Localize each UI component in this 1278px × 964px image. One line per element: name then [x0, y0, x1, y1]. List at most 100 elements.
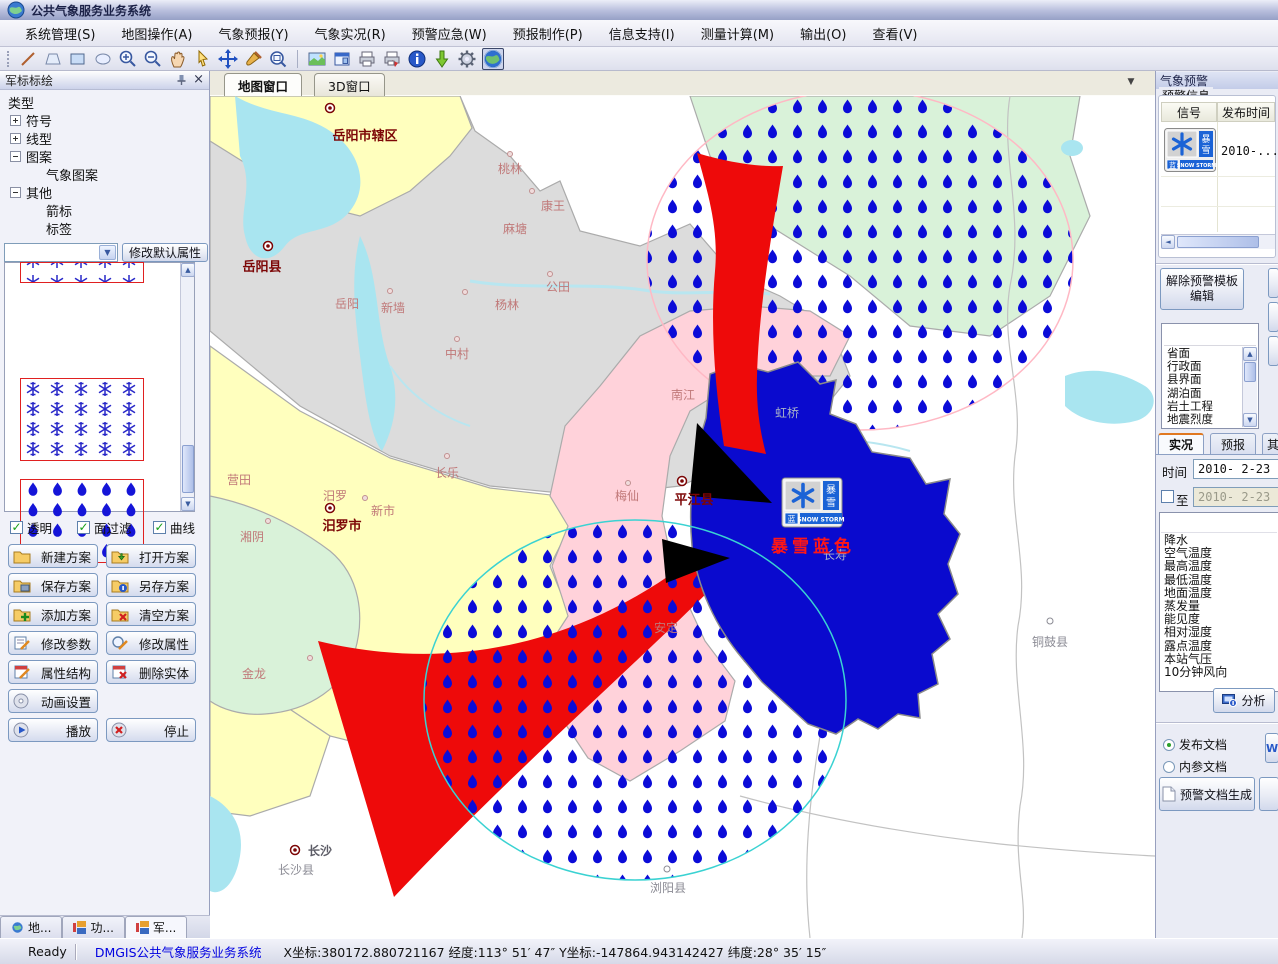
- draw-polygon-icon[interactable]: [43, 49, 63, 69]
- modify-attr-button[interactable]: 修改属性: [106, 631, 196, 655]
- animation-settings-button[interactable]: 动画设置: [8, 689, 98, 713]
- list-item[interactable]: 10分钟风向: [1161, 666, 1277, 679]
- checkbox-transparent[interactable]: ✓透明: [10, 518, 52, 537]
- new-plan-button[interactable]: 新建方案: [8, 544, 98, 568]
- tab-function-panel[interactable]: 功...: [62, 916, 124, 938]
- draw-line-icon[interactable]: [18, 49, 38, 69]
- toolbar-grip[interactable]: [7, 51, 10, 67]
- tree-item-other[interactable]: 其他: [10, 183, 52, 201]
- radio-internal-doc[interactable]: 内参文档: [1163, 758, 1227, 775]
- list-item[interactable]: 露点温度: [1161, 640, 1277, 653]
- list-item[interactable]: 县界面: [1164, 373, 1242, 386]
- scroll-down-icon[interactable]: ▼: [1243, 413, 1257, 427]
- palette-item-snowflakes[interactable]: [20, 378, 144, 461]
- snowstorm-signal-icon[interactable]: 暴 雪 蓝 SNOW STORM: [1164, 128, 1216, 172]
- globe-tool-active-frame[interactable]: [482, 48, 504, 70]
- clipped-button[interactable]: [1268, 268, 1278, 298]
- tab-military-panel[interactable]: 军...: [125, 916, 187, 938]
- print-preview-icon[interactable]: [382, 49, 402, 69]
- tab-map-window[interactable]: 地图窗口: [224, 73, 302, 96]
- tab-live-data[interactable]: 实况: [1158, 433, 1204, 454]
- stop-button[interactable]: 停止: [106, 718, 196, 742]
- zoom-in-icon[interactable]: [118, 49, 138, 69]
- scroll-down-icon[interactable]: ▼: [181, 497, 195, 511]
- checkbox-curve[interactable]: ✓曲线: [153, 518, 195, 537]
- pan-hand-icon[interactable]: [168, 49, 188, 69]
- brush-icon[interactable]: [243, 49, 263, 69]
- tab-list-dropdown-icon[interactable]: ▼: [1122, 77, 1140, 91]
- radio-selected-icon[interactable]: [1163, 739, 1175, 751]
- palette-scrollbar[interactable]: ▲ ▼: [180, 263, 194, 511]
- radio-icon[interactable]: [1163, 761, 1175, 773]
- draw-rect-icon[interactable]: [68, 49, 88, 69]
- collapse-icon[interactable]: [10, 187, 21, 198]
- delete-entity-button[interactable]: 删除实体: [106, 660, 196, 684]
- time-field[interactable]: 2010- 2-23: [1193, 459, 1278, 479]
- analyze-button[interactable]: 分析: [1213, 688, 1275, 713]
- column-header-signal[interactable]: 信号: [1161, 102, 1217, 122]
- menu-live[interactable]: 气象实况(R): [302, 20, 399, 47]
- collapse-icon[interactable]: [10, 151, 21, 162]
- scrollbar-thumb[interactable]: [1177, 236, 1259, 248]
- menu-produce[interactable]: 预报制作(P): [500, 20, 596, 47]
- menu-output[interactable]: 输出(O): [787, 20, 859, 47]
- clipped-word-button[interactable]: W: [1265, 733, 1278, 763]
- zoom-window-icon[interactable]: [268, 49, 288, 69]
- modify-default-attr-button[interactable]: 修改默认属性: [122, 243, 208, 262]
- checkbox-checked-icon[interactable]: ✓: [77, 521, 90, 534]
- list-item[interactable]: 最低温度: [1161, 574, 1277, 587]
- symbol-type-combobox[interactable]: ▼: [4, 243, 118, 262]
- close-icon[interactable]: ×: [193, 75, 204, 85]
- radio-publish-doc[interactable]: 发布文档: [1163, 736, 1227, 753]
- tab-other-clipped[interactable]: 其: [1262, 433, 1278, 454]
- checkbox-checked-icon[interactable]: ✓: [10, 521, 23, 534]
- map-canvas[interactable]: 通城县: [210, 96, 1155, 938]
- snowstorm-sign[interactable]: 暴 雪 蓝 SNOW STORM: [782, 478, 845, 527]
- menu-info[interactable]: 信息支持(I): [596, 20, 688, 47]
- clipped-button[interactable]: [1268, 302, 1278, 332]
- menu-system[interactable]: 系统管理(S): [12, 20, 108, 47]
- checkbox-checked-icon[interactable]: ✓: [153, 521, 166, 534]
- tab-forecast-data[interactable]: 预报: [1210, 433, 1256, 454]
- release-warning-template-button[interactable]: 解除预警模板编辑: [1160, 268, 1244, 310]
- menu-warning[interactable]: 预警应急(W): [399, 20, 500, 47]
- clipped-button[interactable]: [1259, 777, 1278, 811]
- print-icon[interactable]: [357, 49, 377, 69]
- menu-map-ops[interactable]: 地图操作(A): [108, 20, 205, 47]
- signal-table-hscrollbar[interactable]: ◄: [1161, 234, 1275, 249]
- list-item[interactable]: 最高温度: [1161, 560, 1277, 573]
- palette-item-snow-partial[interactable]: [20, 262, 144, 283]
- scrollbar-thumb[interactable]: [1244, 362, 1256, 382]
- tree-item-symbol[interactable]: 符号: [10, 111, 52, 129]
- element-listbox[interactable]: 降水 空气温度 最高温度 最低温度 地面温度 蒸发量 能见度 相对湿度 露点温度…: [1161, 534, 1277, 690]
- attr-structure-button[interactable]: 属性结构: [8, 660, 98, 684]
- tab-map-panel[interactable]: 地...: [0, 916, 62, 938]
- menu-measure[interactable]: 测量计算(M): [688, 20, 787, 47]
- play-button[interactable]: 播放: [8, 718, 98, 742]
- list-item[interactable]: 相对湿度: [1161, 626, 1277, 639]
- tree-item-linetype[interactable]: 线型: [10, 129, 52, 147]
- add-plan-button[interactable]: 添加方案: [8, 602, 98, 626]
- tree-item-weather-pattern[interactable]: 气象图案: [46, 165, 98, 183]
- save-as-plan-button[interactable]: 另存方案: [106, 573, 196, 597]
- chevron-down-icon[interactable]: ▼: [99, 245, 116, 260]
- select-arrow-icon[interactable]: [193, 49, 213, 69]
- info-icon[interactable]: [407, 49, 427, 69]
- tree-item-tag[interactable]: 标签: [46, 219, 72, 237]
- scrollbar-thumb[interactable]: [182, 445, 194, 493]
- column-header-publish-time[interactable]: 发布时间: [1217, 102, 1275, 122]
- scroll-up-icon[interactable]: ▲: [181, 263, 195, 277]
- layer-listbox[interactable]: 省面 行政面 县界面 湖泊面 岩土工程 地震烈度: [1164, 347, 1242, 425]
- modify-params-button[interactable]: 修改参数: [8, 631, 98, 655]
- clear-plan-button[interactable]: 清空方案: [106, 602, 196, 626]
- checkbox-face-filter[interactable]: ✓面过滤: [77, 518, 132, 537]
- list-item[interactable]: 地震烈度: [1164, 413, 1242, 425]
- pin-icon[interactable]: [176, 74, 187, 86]
- menu-forecast[interactable]: 气象预报(Y): [205, 20, 301, 47]
- tree-item-arrow-mark[interactable]: 箭标: [46, 201, 72, 219]
- list-item[interactable]: 湖泊面: [1164, 387, 1242, 400]
- move-icon[interactable]: [218, 49, 238, 69]
- image-icon[interactable]: [307, 49, 327, 69]
- expand-icon[interactable]: [10, 133, 21, 144]
- window-icon[interactable]: [332, 49, 352, 69]
